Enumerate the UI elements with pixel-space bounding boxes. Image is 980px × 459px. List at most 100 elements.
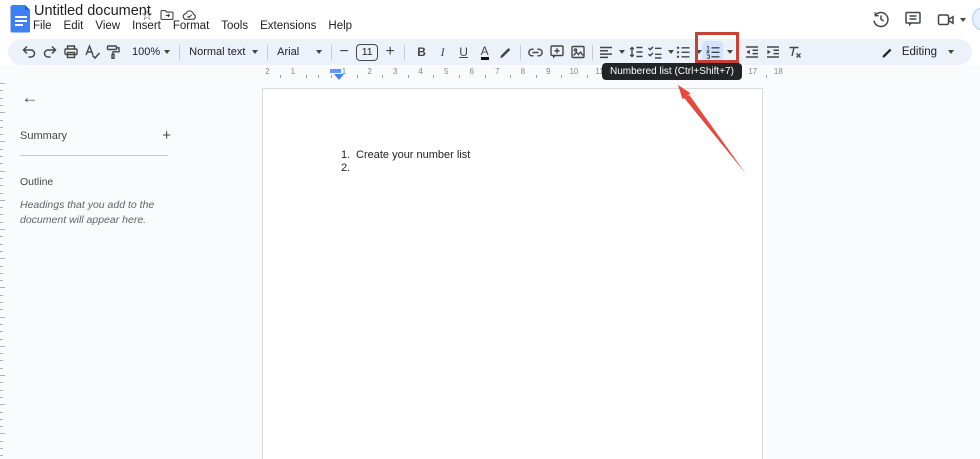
redo-button[interactable] [39, 41, 60, 63]
ruler-tick [318, 75, 320, 78]
align-button[interactable] [597, 41, 626, 63]
ruler-tick [561, 75, 563, 78]
italic-button[interactable]: I [432, 41, 453, 63]
highlight-color-button[interactable] [495, 41, 516, 63]
menu-item-tools[interactable]: Tools [215, 19, 254, 35]
menu-item-view[interactable]: View [89, 19, 126, 35]
menu-item-help[interactable]: Help [322, 19, 358, 35]
ruler-tick [0, 207, 3, 209]
document-title[interactable]: Untitled document [34, 3, 151, 19]
sidebar-divider [20, 155, 168, 156]
increase-indent-button[interactable] [762, 41, 783, 63]
meet-dropdown-caret [960, 18, 966, 22]
list-item[interactable]: 1. Create your number list [341, 149, 470, 162]
ruler-tick [510, 75, 512, 78]
ruler-tick [0, 411, 3, 413]
ruler-number: 2 [265, 67, 270, 76]
ruler-tick [0, 418, 3, 420]
version-history-icon[interactable] [871, 9, 893, 31]
ruler-number: 10 [569, 67, 579, 76]
ruler-tick [0, 265, 3, 267]
ruler-tick [280, 75, 282, 78]
ruler-tick [586, 75, 588, 78]
list-item[interactable]: 2. [341, 162, 470, 175]
underline-button[interactable]: U [453, 41, 474, 63]
font-size-input[interactable]: 11 [356, 43, 379, 61]
font-select[interactable]: Arial [272, 41, 327, 63]
checklist-button[interactable] [646, 41, 675, 63]
ruler-tick [0, 294, 3, 296]
add-comment-button[interactable] [546, 41, 567, 63]
ruler-tick [0, 83, 5, 84]
ruler-tick [0, 375, 5, 376]
add-summary-button[interactable]: + [159, 127, 174, 144]
print-button[interactable] [60, 41, 81, 63]
editing-mode-button[interactable]: Editing [872, 45, 962, 60]
ruler-tick [0, 148, 3, 150]
ruler-tick [0, 199, 5, 201]
ruler-tick [0, 404, 5, 406]
ruler-tick [0, 243, 3, 245]
ruler-tick [0, 316, 5, 318]
share-button[interactable] [972, 7, 980, 31]
decrease-font-size-button[interactable]: − [336, 41, 352, 63]
meet-video-call-button[interactable] [936, 9, 970, 31]
comment-history-icon[interactable] [903, 9, 925, 31]
ruler-tick [535, 75, 537, 78]
decrease-indent-button[interactable] [741, 41, 762, 63]
ruler-tick [0, 323, 3, 325]
ruler-tick [0, 272, 3, 274]
numbered-list-button[interactable] [702, 41, 724, 63]
ruler-number: 8 [520, 67, 526, 76]
styles-select[interactable]: Normal text [184, 41, 263, 63]
ruler-tick [0, 345, 5, 347]
ruler-tick [331, 75, 333, 78]
menu-item-file[interactable]: File [27, 19, 58, 35]
text-color-button[interactable]: A [474, 41, 495, 63]
insert-image-button[interactable] [567, 41, 588, 63]
ruler-tick [0, 426, 3, 428]
ruler-tick [0, 389, 3, 391]
summary-heading: Summary [20, 129, 68, 142]
ruler-tick [0, 367, 3, 369]
undo-button[interactable] [18, 41, 39, 63]
ruler-tick [0, 433, 5, 435]
numbered-list-caret[interactable] [727, 50, 734, 54]
ruler-tick [0, 119, 3, 121]
menu-item-edit[interactable]: Edit [58, 19, 90, 35]
zoom-select[interactable]: 100% [127, 41, 175, 63]
vertical-ruler[interactable] [0, 83, 6, 459]
ruler-tick [0, 214, 3, 216]
menu-item-extensions[interactable]: Extensions [254, 19, 322, 35]
close-sidebar-button[interactable]: ← [16, 84, 44, 112]
ruler-tick [0, 338, 3, 340]
ruler-tick [305, 75, 307, 78]
horizontal-ruler[interactable]: 21123456789101112131415161718 [0, 66, 980, 80]
bulleted-list-button[interactable] [674, 41, 703, 63]
menu-item-insert[interactable]: Insert [126, 19, 167, 35]
document-page[interactable]: 1. Create your number list 2. [262, 88, 763, 459]
ruler-tick [0, 396, 3, 398]
work-area: 21123456789101112131415161718 ← Summary … [0, 65, 980, 459]
bold-button[interactable]: B [411, 41, 432, 63]
menu-item-format[interactable]: Format [167, 19, 215, 35]
ruler-tick [382, 75, 384, 78]
spell-check-button[interactable] [81, 41, 102, 63]
ruler-number: 6 [469, 67, 474, 76]
line-spacing-button[interactable] [625, 41, 646, 63]
main-toolbar: 100% Normal text Arial − 11 + B I U A Ed… [8, 32, 972, 65]
ruler-tick [0, 287, 5, 289]
ruler-tick [0, 382, 3, 384]
increase-font-size-button[interactable]: + [382, 41, 398, 63]
clear-formatting-button[interactable] [783, 41, 804, 63]
ruler-tick [356, 75, 358, 78]
ruler-tick [0, 156, 3, 157]
numbered-list-tooltip: Numbered list (Ctrl+Shift+7) [602, 63, 742, 80]
document-text[interactable]: 1. Create your number list 2. [341, 149, 470, 174]
ruler-tick [0, 302, 3, 303]
ruler-number: 3 [392, 67, 398, 76]
ruler-tick [458, 75, 460, 78]
paint-format-button[interactable] [102, 41, 123, 63]
first-line-indent-marker[interactable] [330, 69, 341, 73]
insert-link-button[interactable] [525, 41, 546, 63]
